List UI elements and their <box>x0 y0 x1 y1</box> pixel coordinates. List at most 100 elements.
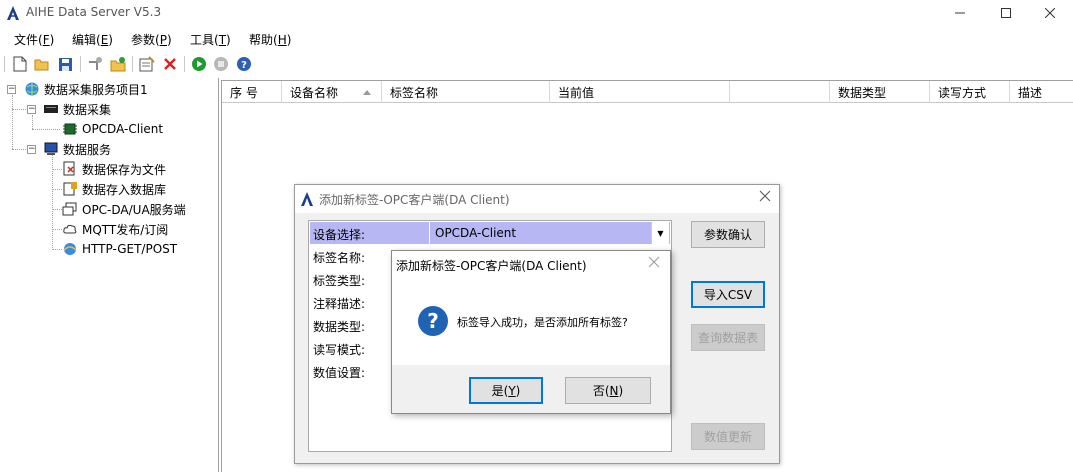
messagebox-body: 添加新标签-OPC客户端(DA Client) ? 标签导入成功，是否添加所有标… <box>392 251 670 365</box>
tree-line <box>12 149 26 150</box>
sort-asc-icon <box>363 90 372 95</box>
tree-item-opcda-client[interactable]: OPCDA-Client <box>62 120 163 138</box>
col-device[interactable]: 设备名称 <box>282 81 382 103</box>
col-tag-name[interactable]: 标签名称 <box>382 81 550 103</box>
tree-item-save-file[interactable]: 数据保存为文件 <box>62 160 166 178</box>
menu-help[interactable]: 帮助(H) <box>249 31 291 48</box>
tree-item-label: 数据采集 <box>63 102 112 117</box>
dialog-title: 添加新标签-OPC客户端(DA Client) <box>319 193 510 207</box>
close-icon[interactable] <box>759 190 771 202</box>
properties-button[interactable] <box>138 55 156 73</box>
app-logo-icon <box>7 6 19 20</box>
server-icon <box>62 202 77 216</box>
label-rw-mode: 读写模式: <box>313 343 366 357</box>
minimize-button[interactable] <box>937 0 983 26</box>
col-rw-mode[interactable]: 读写方式 <box>930 81 1010 103</box>
query-table-button[interactable]: 查询数据表 <box>691 324 765 351</box>
label-device: 设备选择: <box>313 228 366 242</box>
project-globe-icon <box>25 82 39 96</box>
tree-line <box>52 189 62 190</box>
toolbar-separator <box>184 56 185 72</box>
save-button[interactable] <box>56 55 74 73</box>
col-current-value[interactable]: 当前值 <box>550 81 730 103</box>
tree-item-http[interactable]: HTTP-GET/POST <box>62 240 177 258</box>
tree-item-opc-server[interactable]: OPC-DA/UA服务端 <box>62 200 186 218</box>
collapse-toggle[interactable]: − <box>27 105 36 114</box>
save-file-icon <box>63 161 75 176</box>
tree-item-label: 数据保存为文件 <box>82 162 167 177</box>
toolbar-separator <box>80 56 81 72</box>
tree-item-save-db[interactable]: 数据存入数据库 <box>62 180 166 198</box>
tree-item-collect[interactable]: 数据采集 <box>43 100 111 118</box>
close-icon <box>1045 8 1055 18</box>
computer-icon <box>44 142 58 155</box>
tree-item-service[interactable]: 数据服务 <box>43 140 111 158</box>
minimize-icon <box>955 12 965 14</box>
maximize-icon <box>1001 8 1011 18</box>
update-value-button[interactable]: 数值更新 <box>691 423 765 450</box>
tree-line <box>52 209 62 210</box>
chevron-down-icon[interactable]: ▼ <box>651 222 669 244</box>
folder-open-icon <box>34 59 49 71</box>
folder-add-icon <box>110 57 126 72</box>
title-bar: AIHE Data Server V5.3 <box>0 0 1073 26</box>
play-icon <box>192 57 206 71</box>
confirm-params-button[interactable]: 参数确认 <box>691 221 765 248</box>
messagebox-text: 标签导入成功，是否添加所有标签? <box>457 316 628 329</box>
tree-item-label: 数据存入数据库 <box>82 182 167 197</box>
close-icon[interactable] <box>648 256 660 268</box>
delete-button[interactable] <box>161 55 179 73</box>
question-icon: ? <box>418 306 448 336</box>
tree-item-mqtt[interactable]: MQTT发布/订阅 <box>62 220 168 238</box>
link-button[interactable] <box>86 55 104 73</box>
messagebox-title: 添加新标签-OPC客户端(DA Client) <box>396 259 587 273</box>
app-logo-icon <box>301 192 313 206</box>
label-value-setting: 数值设置: <box>313 366 366 380</box>
toolbar-grip <box>4 56 5 72</box>
maximize-button[interactable] <box>983 0 1029 26</box>
import-csv-button[interactable]: 导入CSV <box>691 281 765 308</box>
tree-item-label: HTTP-GET/POST <box>82 242 178 256</box>
menu-bar: 文件(F) 编辑(E) 参数(P) 工具(T) 帮助(H) <box>0 28 1073 50</box>
col-index[interactable]: 序 号 <box>222 81 282 103</box>
tree-line <box>12 109 26 110</box>
tree-line <box>12 95 13 149</box>
device-combo[interactable]: OPCDA-Client ▼ <box>429 222 669 244</box>
tree-line <box>52 249 62 250</box>
device-combo-value: OPCDA-Client <box>435 226 517 240</box>
col-blank[interactable] <box>730 81 830 103</box>
open-button[interactable] <box>33 55 51 73</box>
no-button[interactable]: 否(N) <box>565 377 651 404</box>
tree-line <box>52 229 62 230</box>
collapse-toggle[interactable]: − <box>27 145 36 154</box>
yes-button[interactable]: 是(Y) <box>469 377 543 404</box>
help-button[interactable]: ? <box>235 55 253 73</box>
tree-line <box>32 129 60 130</box>
tree-item-label: MQTT发布/订阅 <box>82 222 169 237</box>
menu-params[interactable]: 参数(P) <box>131 31 172 48</box>
col-device-label: 设备名称 <box>290 85 339 100</box>
svg-text:?: ? <box>241 60 247 71</box>
tree-root[interactable]: 数据采集服务项目1 <box>24 80 148 98</box>
browser-icon <box>63 243 77 255</box>
database-icon <box>63 182 77 196</box>
menu-tools[interactable]: 工具(T) <box>190 31 231 48</box>
stop-button[interactable] <box>212 55 230 73</box>
menu-file[interactable]: 文件(F) <box>14 31 54 48</box>
menu-edit[interactable]: 编辑(E) <box>72 31 113 48</box>
connect-icon <box>89 57 102 70</box>
collapse-toggle[interactable]: − <box>7 85 16 94</box>
cloud-icon <box>63 224 77 234</box>
table-header: 序 号 设备名称 标签名称 当前值 数据类型 读写方式 描述 <box>222 81 1073 103</box>
folder-star-button[interactable] <box>109 55 127 73</box>
close-window-button[interactable] <box>1027 0 1073 26</box>
tree-item-label: OPC-DA/UA服务端 <box>82 202 186 217</box>
tree-root-label: 数据采集服务项目1 <box>44 82 148 97</box>
window-title: AIHE Data Server V5.3 <box>26 5 162 19</box>
tree-item-label: 数据服务 <box>63 142 112 157</box>
new-button[interactable] <box>11 55 29 73</box>
start-button[interactable] <box>190 55 208 73</box>
col-data-type[interactable]: 数据类型 <box>830 81 930 103</box>
col-description[interactable]: 描述 <box>1010 81 1073 103</box>
chip-icon <box>63 123 77 135</box>
